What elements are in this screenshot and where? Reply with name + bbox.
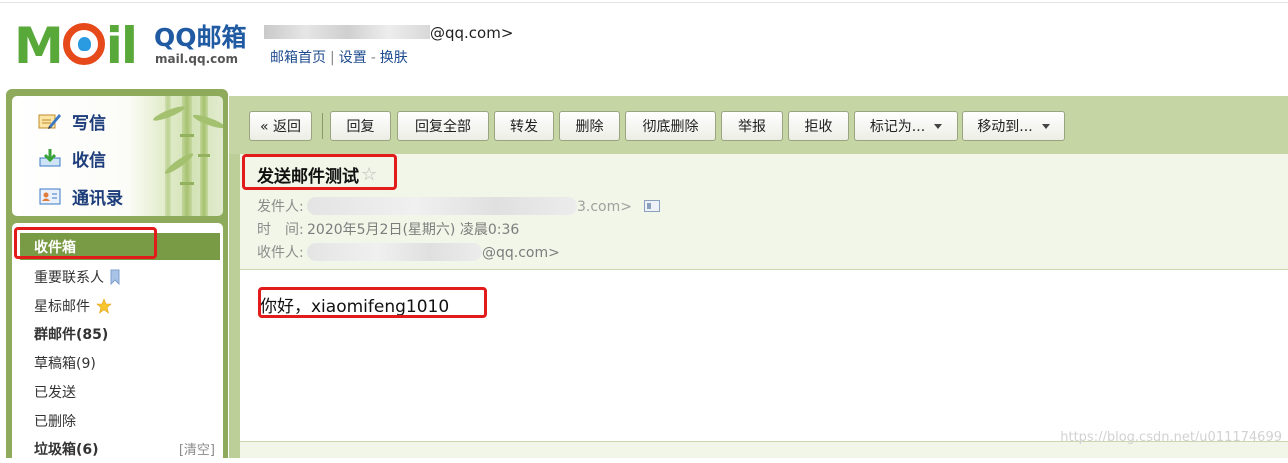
app-header: Mil QQ邮箱 mail.qq.com @qq.com> 邮箱首页 | 设置 - 换肤 <box>0 0 1288 90</box>
move-to-dropdown[interactable]: 移动到... <box>962 111 1065 141</box>
main-content: « 返回 回复 回复全部 转发 删除 彻底删除 举报 拒收 标记为... 移动到… <box>229 96 1288 458</box>
subject-text: 发送邮件测试 <box>257 167 359 187</box>
folder-inbox[interactable]: 收件箱 <box>20 233 220 260</box>
contact-card-icon[interactable] <box>644 200 660 212</box>
folder-label: 已删除 <box>34 413 76 430</box>
logo-o-icon <box>62 23 105 65</box>
folder-drafts[interactable]: 草稿箱(9) <box>12 349 223 376</box>
report-button[interactable]: 举报 <box>721 111 783 141</box>
sender-row: 发件人: 3.com> <box>257 196 660 216</box>
folder-starred[interactable]: 星标邮件 <box>12 292 223 319</box>
empty-spam-link[interactable]: [清空] <box>179 439 215 458</box>
folder-label: 群邮件(85) <box>34 326 109 343</box>
recipient-label: 收件人: <box>257 245 304 261</box>
bamboo-node <box>180 134 194 137</box>
watermark: https://blog.csdn.net/u011174699 <box>1060 430 1282 445</box>
redacted-recipient <box>307 243 482 261</box>
sender-label: 发件人: <box>257 199 304 215</box>
reject-button[interactable]: 拒收 <box>788 111 849 141</box>
logo-wordmark: Mil <box>14 17 138 75</box>
header-top-divider <box>0 2 1288 3</box>
link-settings[interactable]: 设置 <box>339 50 367 66</box>
folder-label: 垃圾箱(6) <box>34 441 99 458</box>
compose-label: 写信 <box>72 113 106 134</box>
folder-label: 收件箱 <box>34 239 76 256</box>
contacts-button[interactable]: 通讯录 <box>38 183 123 209</box>
qq-mail-logo[interactable]: Mil QQ邮箱 mail.qq.com <box>14 18 249 74</box>
time-label: 时 间: <box>257 222 304 238</box>
receive-label: 收信 <box>72 150 106 171</box>
compose-icon <box>38 111 62 131</box>
link-separator: - <box>370 50 376 66</box>
redacted-username <box>264 25 430 39</box>
link-mail-home[interactable]: 邮箱首页 <box>270 50 326 66</box>
star-icon <box>96 297 112 314</box>
toolbar-divider <box>322 113 323 139</box>
chevron-down-icon <box>934 123 943 129</box>
folder-label: 重要联系人 <box>34 269 104 286</box>
mail-header: 发送邮件测试 ☆ 发件人: 3.com> 时 间: 2020年5月2日(星期六) 凌晨… <box>240 154 1288 270</box>
mail-reader: 发送邮件测试 ☆ 发件人: 3.com> 时 间: 2020年5月2日(星期六) 凌晨… <box>240 154 1288 458</box>
folder-sent[interactable]: 已发送 <box>12 378 223 405</box>
time-value: 2020年5月2日(星期六) 凌晨0:36 <box>307 222 520 238</box>
recipient-suffix: @qq.com> <box>482 245 560 261</box>
folder-label: 草稿箱(9) <box>34 355 96 372</box>
link-change-skin[interactable]: 换肤 <box>380 50 408 66</box>
mail-body: 你好，xiaomifeng1010 <box>260 297 450 317</box>
folder-important-contacts[interactable]: 重要联系人 <box>12 263 223 290</box>
forward-button[interactable]: 转发 <box>494 111 554 141</box>
delete-button[interactable]: 删除 <box>559 111 620 141</box>
reply-button[interactable]: 回复 <box>330 111 391 141</box>
logo-product-name: QQ邮箱 <box>154 23 247 52</box>
logo-domain: mail.qq.com <box>155 52 238 66</box>
mark-as-dropdown[interactable]: 标记为... <box>854 111 958 141</box>
folder-label: 已发送 <box>34 384 76 401</box>
sender-suffix: 3.com> <box>577 199 632 215</box>
star-outline-icon[interactable]: ☆ <box>361 164 377 185</box>
mail-subject: 发送邮件测试 ☆ <box>257 162 377 187</box>
folder-deleted[interactable]: 已删除 <box>12 407 223 434</box>
time-row: 时 间: 2020年5月2日(星期六) 凌晨0:36 <box>257 219 519 239</box>
mark-as-label: 标记为... <box>869 119 926 135</box>
folder-group-mail[interactable]: 群邮件(85) <box>12 320 223 347</box>
folder-list: 收件箱 重要联系人 星标邮件 群邮件(85) 草稿箱(9) 已发送 已删除 垃圾… <box>12 223 223 463</box>
contacts-label: 通讯录 <box>72 188 123 209</box>
receive-icon <box>38 148 62 168</box>
user-account: @qq.com> <box>264 24 513 44</box>
bamboo-node <box>180 182 194 185</box>
user-email-suffix: @qq.com> <box>430 24 514 42</box>
chevron-down-icon <box>1041 123 1050 129</box>
header-links: 邮箱首页 | 设置 - 换肤 <box>270 47 408 67</box>
link-separator: | <box>330 50 335 66</box>
bookmark-icon <box>110 269 120 285</box>
recipient-row: 收件人: @qq.com> <box>257 242 560 262</box>
reply-all-button[interactable]: 回复全部 <box>397 111 489 141</box>
back-button[interactable]: « 返回 <box>249 111 312 141</box>
compose-button[interactable]: 写信 <box>38 108 106 134</box>
receive-button[interactable]: 收信 <box>38 145 106 171</box>
folder-label: 星标邮件 <box>34 298 90 315</box>
contacts-icon <box>38 186 62 206</box>
bamboo-node <box>198 154 210 157</box>
redacted-sender <box>307 197 577 215</box>
quick-actions-panel: 写信 收信 通讯录 <box>12 96 223 216</box>
left-sidebar: 写信 收信 通讯录 收件箱 重要联系人 星标邮件 群邮件(85) 草稿箱(9) … <box>6 89 228 463</box>
mail-toolbar: « 返回 回复 回复全部 转发 删除 彻底删除 举报 拒收 标记为... 移动到… <box>229 96 1288 154</box>
permanent-delete-button[interactable]: 彻底删除 <box>625 111 716 141</box>
move-to-label: 移动到... <box>977 119 1033 135</box>
